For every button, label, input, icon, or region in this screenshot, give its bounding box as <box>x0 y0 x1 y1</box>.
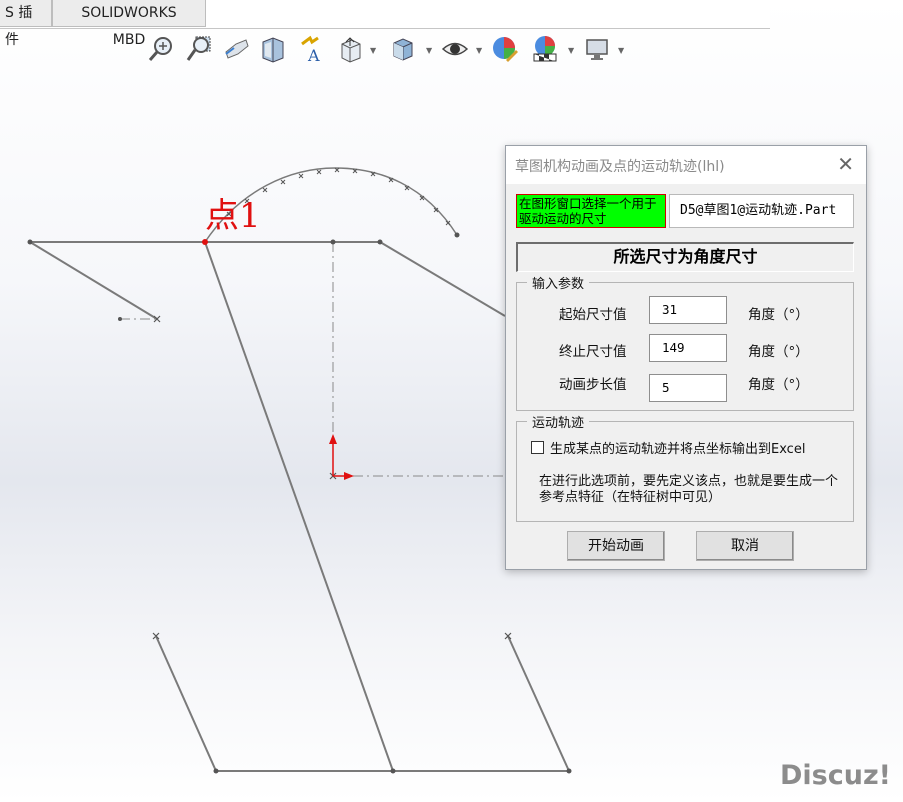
export-trajectory-label[interactable]: 生成某点的运动轨迹并将点坐标输出到Excel <box>550 438 805 457</box>
end-value-input[interactable]: 149 <box>649 334 727 362</box>
sketch-lines <box>29 241 570 772</box>
bottom-left-line <box>155 635 217 772</box>
start-value-label: 起始尺寸值 <box>559 307 627 323</box>
end-value-label: 终止尺寸值 <box>559 344 627 360</box>
start-animation-button[interactable]: 开始动画 <box>567 531 665 561</box>
left-link-line <box>29 241 158 320</box>
start-value-input[interactable]: 31 <box>649 296 727 324</box>
step-value-input[interactable]: 5 <box>649 374 727 402</box>
bottom-right-line <box>507 635 570 772</box>
group-title-input: 输入参数 <box>527 273 590 292</box>
end-value-unit: 角度（°） <box>748 344 809 360</box>
export-trajectory-checkbox[interactable] <box>531 441 544 454</box>
trajectory-note: 在进行此选项前，要先定义该点，也就是要生成一个参考点特征（在特征树中可见） <box>539 474 839 505</box>
point-1-label: 点1 <box>205 196 261 236</box>
close-icon[interactable]: ✕ <box>837 152 854 176</box>
group-title-track: 运动轨迹 <box>527 412 590 431</box>
origin-icon <box>329 434 354 480</box>
point-1-marker[interactable] <box>202 239 208 245</box>
long-diagonal-line <box>204 241 394 772</box>
watermark: Discuz! <box>780 760 891 791</box>
motion-trajectory-group: 运动轨迹 生成某点的运动轨迹并将点坐标输出到Excel 在进行此选项前，要先定义… <box>516 412 854 522</box>
sketch-endpoints <box>152 315 512 640</box>
dialog-title: 草图机构动画及点的运动轨迹(lhl) <box>515 159 725 175</box>
start-value-unit: 角度（°） <box>748 307 809 323</box>
dialog-titlebar[interactable]: 草图机构动画及点的运动轨迹(lhl) ✕ <box>506 146 866 184</box>
sketch-points <box>27 232 572 774</box>
construction-lines <box>120 242 505 477</box>
animation-dialog: 草图机构动画及点的运动轨迹(lhl) ✕ 在图形窗口选择一个用于驱动运动的尺寸 … <box>505 145 867 570</box>
selected-dimension-field[interactable]: D5@草图1@运动轨迹.Part <box>669 194 854 228</box>
step-value-label: 动画步长值 <box>559 377 627 393</box>
input-parameters-group: 输入参数 起始尺寸值 31 角度（°） 终止尺寸值 149 角度（°） 动画步长… <box>516 273 854 411</box>
dimension-type-banner: 所选尺寸为角度尺寸 <box>516 242 854 272</box>
right-link-line <box>379 241 506 317</box>
cancel-button[interactable]: 取消 <box>696 531 794 561</box>
select-dimension-prompt[interactable]: 在图形窗口选择一个用于驱动运动的尺寸 <box>516 194 666 228</box>
step-value-unit: 角度（°） <box>748 377 809 393</box>
